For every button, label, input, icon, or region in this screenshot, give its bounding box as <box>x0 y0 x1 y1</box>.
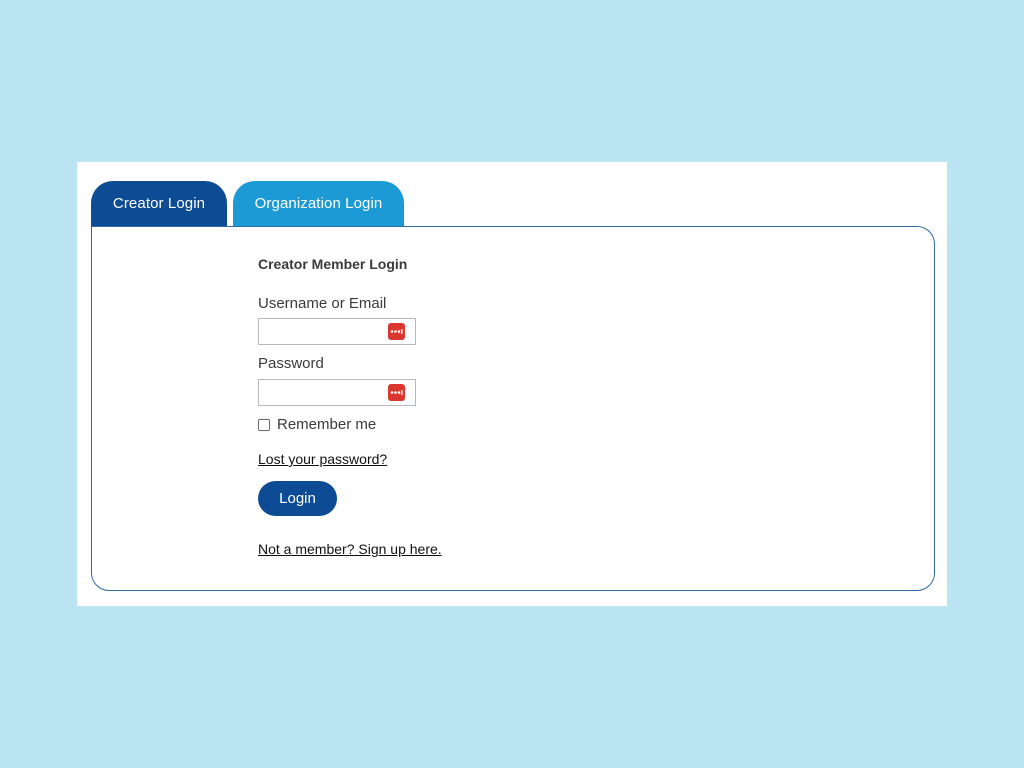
username-field[interactable] <box>263 320 383 343</box>
signup-link[interactable]: Not a member? Sign up here. <box>258 541 442 557</box>
password-manager-icon[interactable] <box>388 323 405 340</box>
username-field-wrapper <box>258 318 416 345</box>
password-field[interactable] <box>263 381 383 404</box>
password-field-wrapper <box>258 379 416 406</box>
password-label: Password <box>258 355 324 372</box>
username-label: Username or Email <box>258 295 387 312</box>
password-manager-icon[interactable] <box>388 384 405 401</box>
remember-me-row[interactable]: Remember me <box>258 416 376 433</box>
login-card: Creator Login Organization Login Creator… <box>77 162 947 606</box>
form-title: Creator Member Login <box>258 256 408 272</box>
login-button[interactable]: Login <box>258 481 337 516</box>
login-panel: Creator Member Login Username or Email P… <box>91 226 935 591</box>
tab-creator-login[interactable]: Creator Login <box>91 181 227 226</box>
remember-me-label: Remember me <box>277 416 377 433</box>
lost-password-link[interactable]: Lost your password? <box>258 451 387 467</box>
tab-organization-login[interactable]: Organization Login <box>233 181 404 226</box>
remember-me-checkbox[interactable] <box>258 418 270 431</box>
